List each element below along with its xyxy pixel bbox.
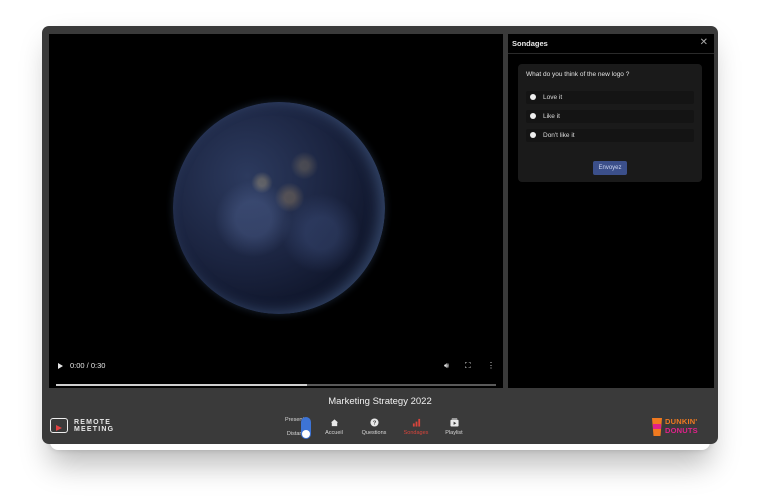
video-time: 0:00 / 0:30 [70,361,106,370]
close-icon[interactable]: ✕ [700,37,708,48]
question-icon: ? [369,418,379,427]
poll-card: What do you think of the new logo ? Love… [518,64,702,182]
nav-item-accueil[interactable]: Accueil [316,418,352,436]
nav-item-questions[interactable]: ? Questions [356,418,392,436]
polls-panel: Sondages ✕ What do you think of the new … [508,34,714,388]
nav-label: Playlist [445,430,463,436]
poll-option-label: Love it [543,94,563,101]
meeting-title: Marketing Strategy 2022 [328,396,432,407]
poll-option-label: Like it [543,113,560,120]
svg-text:?: ? [372,421,376,427]
toggle-knob [302,430,310,438]
app-window: 0:00 / 0:30 🔊︎ ⛶ ⋮ Sondages ✕ What do yo… [42,26,718,444]
poll-option-love-it[interactable]: Love it [526,91,694,104]
brand-line2: DONUTS [665,426,698,435]
radio-button[interactable] [530,94,536,100]
earth-image [173,102,385,314]
home-icon [330,419,338,427]
fullscreen-icon[interactable]: ⛶ [465,361,471,371]
play-icon[interactable] [58,363,63,369]
mode-toggle[interactable] [301,417,311,439]
nav-item-playlist[interactable]: Playlist [436,418,472,436]
nav-label: Questions [361,430,387,436]
bar-chart-icon [412,418,420,427]
poll-option-label: Don't like it [543,132,575,139]
playlist-icon [449,418,459,427]
logo-screen-icon [50,418,68,433]
coffee-cup-icon [652,418,662,436]
poll-question: What do you think of the new logo ? [526,71,630,78]
more-options-icon[interactable]: ⋮ [487,361,495,370]
logo-text-line2: MEETING [74,426,115,433]
radio-button[interactable] [530,132,536,138]
panel-title: Sondages [512,39,548,48]
video-controls: 0:00 / 0:30 🔊︎ ⛶ ⋮ [49,358,503,382]
dunkin-donuts-logo: DUNKIN' DONUTS [652,418,712,436]
nav-item-sondages[interactable]: Sondages [398,418,434,436]
poll-option-dont-like-it[interactable]: Don't like it [526,129,694,142]
video-player[interactable]: 0:00 / 0:30 🔊︎ ⛶ ⋮ [49,34,503,388]
volume-icon[interactable]: 🔊︎ [444,361,449,371]
video-progress-fill [56,384,307,386]
nav-label: Accueil [325,430,343,436]
nav-label: Sondages [403,430,429,436]
panel-header: Sondages ✕ [508,34,714,54]
remote-meeting-logo: REMOTE MEETING [50,416,140,436]
poll-option-like-it[interactable]: Like it [526,110,694,123]
radio-button[interactable] [530,113,536,119]
brand-line1: DUNKIN' [665,417,698,426]
video-progress-bar[interactable] [56,384,496,386]
logo-text-line1: REMOTE [74,419,112,426]
submit-button[interactable]: Envoyez [593,161,627,175]
